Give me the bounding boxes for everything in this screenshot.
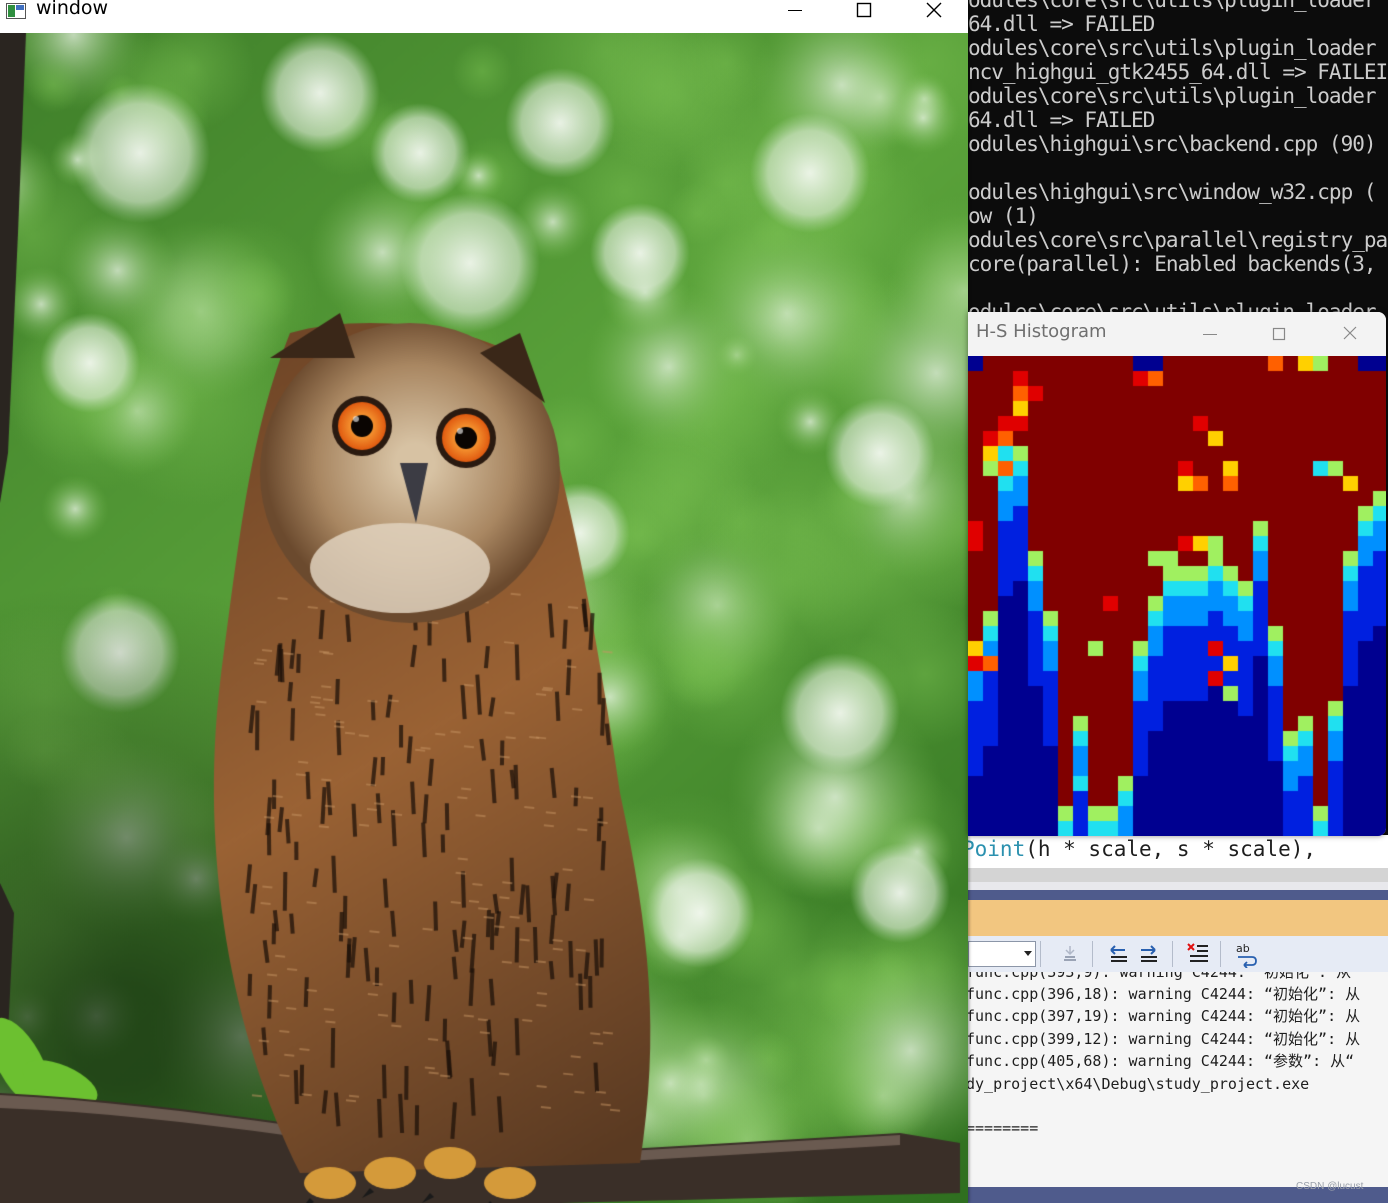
svg-text:ab: ab <box>1236 942 1250 955</box>
output-line: func.cpp(405,68): warning C4244: “参数”: 从… <box>968 1052 1355 1070</box>
toolbar-separator <box>1172 941 1173 967</box>
console-window: odules\core\src\utils\plugin_loader 64.d… <box>968 0 1388 312</box>
console-line: odules\core\src\utils\plugin_loader <box>968 84 1377 108</box>
console-line: 64.dll => FAILED <box>968 108 1155 132</box>
histogram-window-titlebar[interactable]: H-S Histogram <box>968 312 1386 356</box>
code-type-token: Point <box>968 837 1026 861</box>
output-source-select[interactable] <box>968 941 1036 967</box>
output-line: func.cpp(399,12): warning C4244: “初始化”: … <box>968 1030 1361 1048</box>
app-window-icon <box>6 3 26 19</box>
close-icon[interactable] <box>1327 324 1373 344</box>
output-panel-header <box>968 900 1388 936</box>
minimize-icon[interactable] <box>772 0 818 20</box>
toggle-word-wrap-icon[interactable]: ab <box>1232 940 1260 968</box>
console-line: odules\highgui\src\backend.cpp (90) <box>968 132 1377 156</box>
toolbar-separator <box>1220 941 1221 967</box>
go-to-next-message-icon[interactable] <box>1135 940 1163 968</box>
watermark: CSDN @lucust <box>1296 1181 1364 1192</box>
output-line: dy_project\x64\Debug\study_project.exe <box>968 1075 1310 1093</box>
toolbar-separator <box>1092 941 1093 967</box>
chevron-down-icon <box>1024 951 1032 956</box>
output-line: func.cpp(397,19): warning C4244: “初始化”: … <box>968 1007 1361 1025</box>
toolbar-separator <box>1040 941 1041 967</box>
console-line: odules\core\src\utils\plugin_loader <box>968 36 1377 60</box>
image-window[interactable]: window <box>0 0 968 1203</box>
maximize-icon[interactable] <box>1256 324 1302 344</box>
image-window-titlebar[interactable]: window <box>0 0 968 33</box>
clear-all-icon[interactable] <box>1056 940 1084 968</box>
histogram-window-title: H-S Histogram <box>976 321 1107 342</box>
console-line: ncv_highgui_gtk2455_64.dll => FAILEI <box>968 60 1388 84</box>
editor-horizontal-scrollbar[interactable] <box>968 868 1388 882</box>
hs-histogram-image <box>968 356 1386 836</box>
close-icon[interactable] <box>911 0 957 20</box>
console-line: 64.dll => FAILED <box>968 12 1155 36</box>
output-line: ======== <box>968 1119 1039 1137</box>
panel-divider <box>968 882 1388 890</box>
console-line: odules\core\src\utils\plugin_loader <box>968 0 1377 12</box>
clear-output-icon[interactable] <box>1184 940 1212 968</box>
minimize-icon[interactable] <box>1187 324 1233 344</box>
histogram-window[interactable]: H-S Histogram <box>968 312 1386 836</box>
go-to-prev-message-icon[interactable] <box>1105 940 1133 968</box>
panel-tab-strip <box>968 890 1388 900</box>
console-line: odules\highgui\src\window_w32.cpp ( <box>968 180 1377 204</box>
owl-photo <box>0 33 968 1203</box>
output-toolbar: ab <box>968 936 1388 973</box>
console-line: ow (1) <box>968 204 1039 228</box>
console-line: core(parallel): Enabled backends(3, <box>968 252 1377 276</box>
console-line: odules\core\src\parallel\registry_pa <box>968 228 1388 252</box>
output-line: func.cpp(396,18): warning C4244: “初始化”: … <box>968 985 1361 1003</box>
code-args-token: (h * scale, s * scale), <box>1025 837 1317 861</box>
image-window-title: window <box>36 0 109 19</box>
console-line: odules\core\src\utils\plugin_loader <box>968 300 1377 312</box>
code-editor[interactable]: Point(h * scale, s * scale), <box>968 835 1388 868</box>
output-log[interactable]: func.cpp(393,9): warning C4244: “初始化”: 从… <box>968 972 1388 1187</box>
maximize-icon[interactable] <box>841 0 887 20</box>
output-line: func.cpp(393,9): warning C4244: “初始化”: 从 <box>968 972 1352 981</box>
code-line: Point(h * scale, s * scale), <box>968 835 1316 863</box>
